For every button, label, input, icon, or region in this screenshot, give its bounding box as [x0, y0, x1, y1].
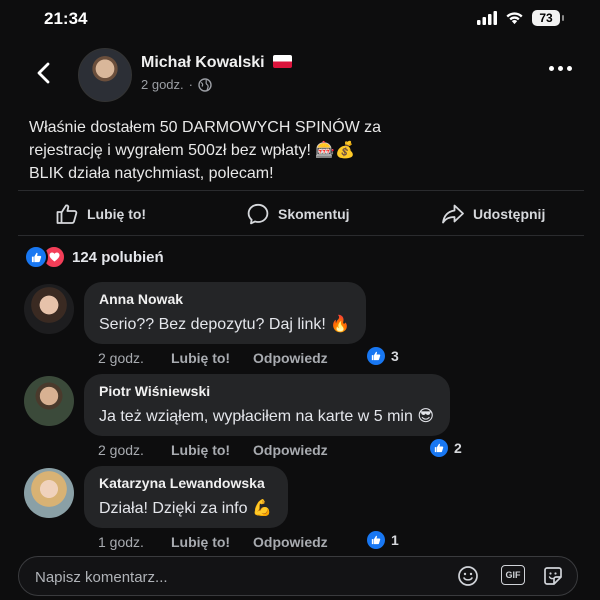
- emoji-icon[interactable]: [457, 565, 479, 587]
- post-actions: Lubię to! Skomentuj Udostępnij: [0, 196, 600, 232]
- status-time: 21:34: [44, 9, 88, 28]
- commenter-avatar[interactable]: [24, 468, 74, 518]
- poland-flag-icon: [272, 55, 292, 68]
- share-button-label: Udostępnij: [473, 206, 546, 222]
- post-time[interactable]: 2 godz.: [141, 77, 184, 92]
- comment-time[interactable]: 1 godz.: [98, 534, 144, 550]
- comment-time[interactable]: 2 godz.: [98, 350, 144, 366]
- commenter-avatar[interactable]: [24, 376, 74, 426]
- like-reaction-icon: [367, 347, 385, 365]
- commenter-name[interactable]: Katarzyna Lewandowska: [99, 475, 272, 491]
- comment-reply-link[interactable]: Odpowiedz: [253, 350, 328, 366]
- comment-bubble: Katarzyna Lewandowska Działa! Dzięki za …: [84, 466, 288, 528]
- comment-button[interactable]: Skomentuj: [246, 196, 350, 232]
- like-button[interactable]: Lubię to!: [55, 196, 146, 232]
- reactions-summary[interactable]: 124 polubień: [24, 245, 164, 269]
- like-button-label: Lubię to!: [87, 206, 147, 222]
- comment-text: Działa! Dzięki za info 💪: [99, 500, 272, 517]
- comment-bubble: Piotr Wiśniewski Ja też wziąłem, wypłaci…: [84, 374, 451, 436]
- share-button[interactable]: Udostępnij: [441, 196, 545, 232]
- thumbs-up-icon: [56, 204, 78, 224]
- battery-icon: 73: [532, 10, 564, 26]
- comment-text: Serio?? Bez depozytu? Daj link! 🔥: [99, 316, 351, 333]
- comment-bubble: Anna Nowak Serio?? Bez depozytu? Daj lin…: [84, 282, 367, 344]
- comment-text: Ja też wziąłem, wypłaciłem na karte w 5 …: [99, 408, 435, 425]
- back-arrow-icon[interactable]: [30, 58, 60, 88]
- comment-input[interactable]: [33, 557, 417, 597]
- comment-like-link[interactable]: Lubię to!: [171, 350, 230, 366]
- author-avatar[interactable]: [78, 48, 132, 102]
- post-text-line: Właśnie dostałem 50 DARMOWYCH SPINÓW za: [29, 119, 382, 136]
- comment-reply-link[interactable]: Odpowiedz: [253, 534, 328, 550]
- status-bar: 21:34 73: [0, 0, 600, 38]
- comment-item: Katarzyna Lewandowska Działa! Dzięki za …: [0, 466, 600, 554]
- gif-icon[interactable]: GIF: [501, 565, 525, 585]
- comment-likes: 2: [454, 440, 462, 456]
- commenter-avatar[interactable]: [24, 284, 74, 334]
- like-reaction-icon: [430, 439, 448, 457]
- meta-separator: ·: [188, 77, 193, 92]
- comment-item: Anna Nowak Serio?? Bez depozytu? Daj lin…: [0, 282, 600, 370]
- comment-reply-link[interactable]: Odpowiedz: [253, 442, 328, 458]
- signal-icon: [477, 11, 497, 25]
- divider: [18, 235, 584, 236]
- comment-likes: 1: [391, 532, 399, 548]
- post-meta: 2 godz. ·: [141, 77, 212, 92]
- comment-like-count[interactable]: 1: [367, 531, 399, 549]
- post-header: Michał Kowalski 2 godz. ·: [0, 46, 600, 106]
- globe-icon: [198, 77, 212, 92]
- comment-like-count[interactable]: 2: [430, 439, 462, 457]
- reaction-count: 124 polubień: [72, 248, 164, 266]
- comment-like-link[interactable]: Lubię to!: [171, 534, 230, 550]
- comment-like-count[interactable]: 3: [367, 347, 399, 365]
- more-icon[interactable]: [549, 66, 572, 71]
- comment-likes: 3: [391, 348, 399, 364]
- status-icons: 73: [477, 10, 564, 26]
- comment-item: Piotr Wiśniewski Ja też wziąłem, wypłaci…: [0, 374, 600, 462]
- comment-icon: [247, 203, 269, 225]
- author-name[interactable]: Michał Kowalski: [141, 54, 265, 71]
- comment-button-label: Skomentuj: [278, 206, 350, 222]
- divider: [18, 190, 584, 191]
- sticker-icon[interactable]: [542, 565, 564, 587]
- author-name-row[interactable]: Michał Kowalski: [141, 54, 292, 72]
- like-reaction-icon: [24, 245, 48, 269]
- comment-input-bar: GIF: [18, 556, 578, 597]
- post-text-line: rejestrację i wygrałem 500zł bez wpłaty!…: [29, 142, 356, 159]
- wifi-icon: [506, 12, 523, 25]
- comment-time[interactable]: 2 godz.: [98, 442, 144, 458]
- commenter-name[interactable]: Piotr Wiśniewski: [99, 383, 434, 399]
- post-body: Właśnie dostałem 50 DARMOWYCH SPINÓW za …: [29, 116, 569, 185]
- post-text-line: BLIK działa natychmiast, polecam!: [29, 165, 274, 182]
- share-icon: [442, 204, 464, 224]
- commenter-name[interactable]: Anna Nowak: [99, 291, 350, 307]
- like-reaction-icon: [367, 531, 385, 549]
- comment-like-link[interactable]: Lubię to!: [171, 442, 230, 458]
